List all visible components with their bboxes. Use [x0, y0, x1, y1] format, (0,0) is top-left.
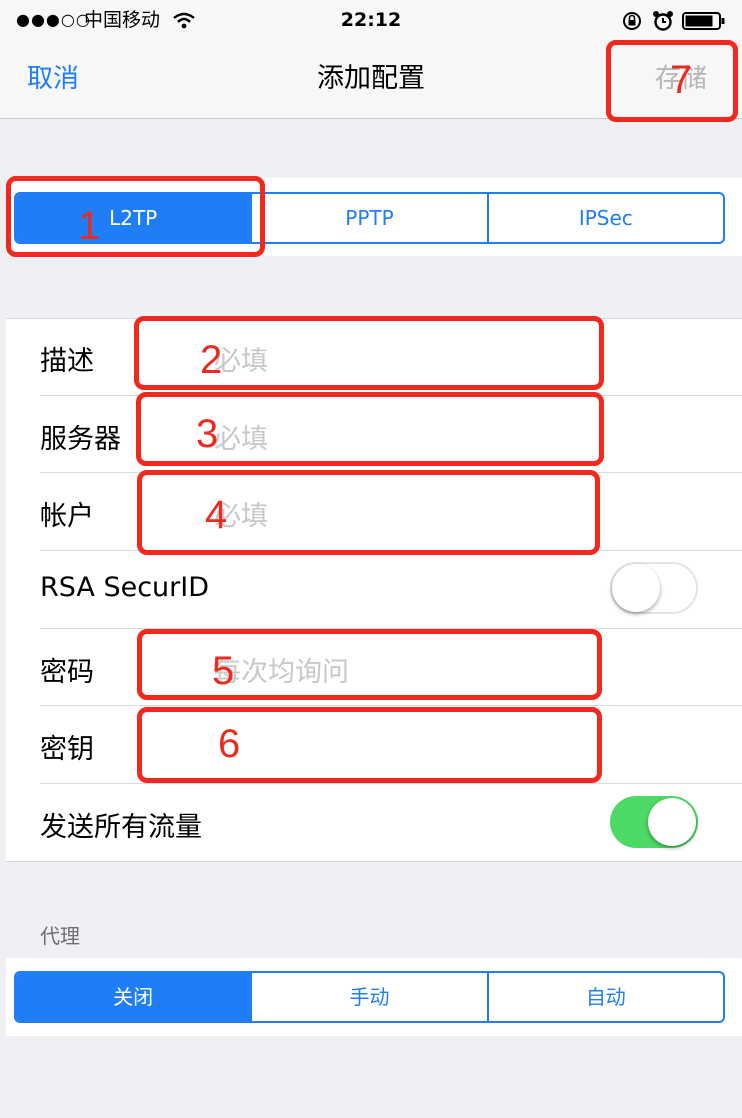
- annotation-box-6: [137, 707, 602, 783]
- annotation-number-6: 6: [218, 722, 241, 766]
- annotation-box-5: [137, 629, 602, 700]
- annotation-number-3: 3: [196, 412, 219, 456]
- annotation-number-2: 2: [200, 338, 223, 382]
- send-all-traffic-label: 发送所有流量: [40, 812, 202, 843]
- annotation-number-1: 1: [78, 204, 101, 248]
- row-separator: [40, 783, 742, 784]
- segment-proxy-off[interactable]: 关闭: [16, 973, 251, 1021]
- send-all-traffic-toggle[interactable]: [610, 796, 698, 848]
- account-label: 帐户: [40, 501, 94, 532]
- rsa-securid-toggle[interactable]: [610, 562, 698, 614]
- segment-ipsec[interactable]: IPSec: [486, 194, 723, 242]
- segment-proxy-manual[interactable]: 手动: [250, 973, 486, 1021]
- segment-pptp[interactable]: PPTP: [250, 194, 486, 242]
- rsa-securid-label: RSA SecurID: [40, 572, 210, 603]
- battery-icon: [682, 12, 725, 30]
- annotation-number-5: 5: [212, 649, 235, 693]
- annotation-number-4: 4: [205, 493, 228, 537]
- row-separator: [40, 705, 742, 706]
- rotation-lock-icon: [623, 12, 641, 30]
- alarm-icon: [653, 11, 673, 31]
- secret-label: 密钥: [40, 734, 94, 765]
- segment-proxy-auto[interactable]: 自动: [486, 973, 723, 1021]
- proxy-section-header: 代理: [40, 924, 80, 948]
- proxy-segmented-control: 关闭 手动 自动: [14, 971, 725, 1023]
- annotation-number-7: 7: [670, 58, 693, 102]
- description-label: 描述: [40, 346, 94, 377]
- server-label: 服务器: [40, 424, 121, 455]
- annotation-box-1: [6, 176, 265, 257]
- password-label: 密码: [40, 657, 94, 688]
